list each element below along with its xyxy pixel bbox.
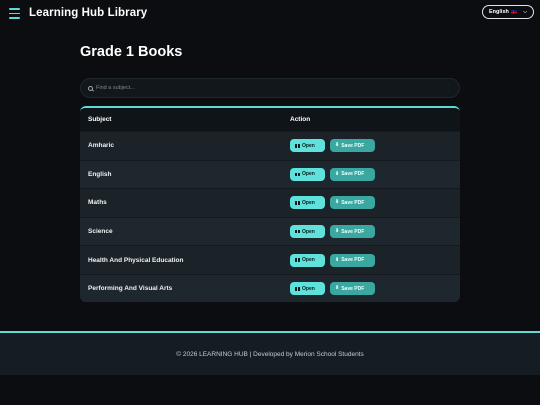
subject-name: Amharic xyxy=(88,142,115,150)
save-pdf-label: Save PDF xyxy=(341,142,365,149)
subject-name: Health And Physical Education xyxy=(88,256,184,264)
chevron-down-icon: ⌵ xyxy=(523,9,527,15)
open-button[interactable]: Open xyxy=(290,167,325,181)
brand-title[interactable]: Learning Hub Library xyxy=(29,7,147,19)
table-row: Health And Physical Education Open ⬇ Save P… xyxy=(80,245,460,274)
download-icon: ⬇ xyxy=(335,199,340,206)
row-actions: Open ⬇ Save PDF xyxy=(290,139,375,153)
subject-name: Performing And Visual Arts xyxy=(88,285,173,293)
page-bottom xyxy=(0,375,540,405)
subject-name: Science xyxy=(88,228,113,236)
row-actions: Open ⬇ Save PDF xyxy=(290,282,375,296)
save-pdf-label: Save PDF xyxy=(341,171,365,178)
save-pdf-button[interactable]: ⬇ Save PDF xyxy=(330,225,375,239)
subject-name: English xyxy=(88,170,112,178)
save-pdf-label: Save PDF xyxy=(341,257,365,264)
table-row: Amharic Open ⬇ Save PDF xyxy=(80,131,460,160)
open-label: Open xyxy=(302,257,315,264)
download-icon: ⬇ xyxy=(335,256,340,263)
footer-text: © 2026 LEARNING HUB | Developed by Merio… xyxy=(176,350,364,358)
row-actions: Open ⬇ Save PDF xyxy=(290,225,375,239)
save-pdf-button[interactable]: ⬇ Save PDF xyxy=(330,253,375,267)
search-icon xyxy=(88,85,93,91)
column-header-subject: Subject xyxy=(88,116,112,123)
subject-name: Maths xyxy=(88,199,107,207)
table-row: English Open ⬇ Save PDF xyxy=(80,159,460,189)
table-row: Performing And Visual Arts Open ⬇ Save PDF xyxy=(80,273,460,302)
save-pdf-label: Save PDF xyxy=(341,228,365,235)
table-row: Maths Open ⬇ Save PDF xyxy=(80,188,460,217)
language-label: English xyxy=(489,9,509,15)
download-icon: ⬇ xyxy=(335,142,340,149)
save-pdf-button[interactable]: ⬇ Save PDF xyxy=(330,139,375,153)
main-content: Grade 1 Books Subject Action Amharic Open… xyxy=(0,28,540,332)
download-icon: ⬇ xyxy=(335,170,340,177)
language-select[interactable]: English ⌵ xyxy=(482,5,534,19)
uk-flag-icon xyxy=(510,10,517,14)
footer: © 2026 LEARNING HUB | Developed by Merio… xyxy=(0,331,540,375)
book-icon xyxy=(295,287,300,291)
save-pdf-button[interactable]: ⬇ Save PDF xyxy=(330,282,375,296)
row-actions: Open ⬇ Save PDF xyxy=(290,167,375,181)
open-button[interactable]: Open xyxy=(290,253,325,267)
book-icon xyxy=(295,229,300,234)
book-icon xyxy=(295,144,300,148)
column-header-action: Action xyxy=(290,116,311,123)
book-icon xyxy=(295,258,300,262)
open-label: Open xyxy=(302,199,315,206)
book-icon xyxy=(295,172,300,177)
open-label: Open xyxy=(302,285,315,292)
top-navbar: Learning Hub Library English ⌵ xyxy=(0,0,540,28)
open-label: Open xyxy=(302,228,315,235)
open-button[interactable]: Open xyxy=(290,196,325,210)
open-button[interactable]: Open xyxy=(290,139,325,153)
save-pdf-label: Save PDF xyxy=(341,285,365,292)
books-table: Subject Action Amharic Open ⬇ Save PDF Engli… xyxy=(80,106,460,302)
save-pdf-button[interactable]: ⬇ Save PDF xyxy=(330,196,375,210)
open-label: Open xyxy=(302,171,315,178)
open-button[interactable]: Open xyxy=(290,282,325,296)
download-icon: ⬇ xyxy=(335,285,340,292)
download-icon: ⬇ xyxy=(335,228,340,235)
save-pdf-label: Save PDF xyxy=(341,199,365,206)
table-header: Subject Action xyxy=(80,108,460,131)
menu-icon[interactable] xyxy=(9,8,20,19)
row-actions: Open ⬇ Save PDF xyxy=(290,196,375,210)
save-pdf-button[interactable]: ⬇ Save PDF xyxy=(330,167,375,181)
open-label: Open xyxy=(302,142,315,149)
search-bar[interactable] xyxy=(80,78,460,98)
row-actions: Open ⬇ Save PDF xyxy=(290,253,375,267)
open-button[interactable]: Open xyxy=(290,225,325,239)
search-input[interactable] xyxy=(96,85,436,91)
book-icon xyxy=(295,201,300,205)
page-title: Grade 1 Books xyxy=(80,44,183,60)
table-row: Science Open ⬇ Save PDF xyxy=(80,216,460,246)
